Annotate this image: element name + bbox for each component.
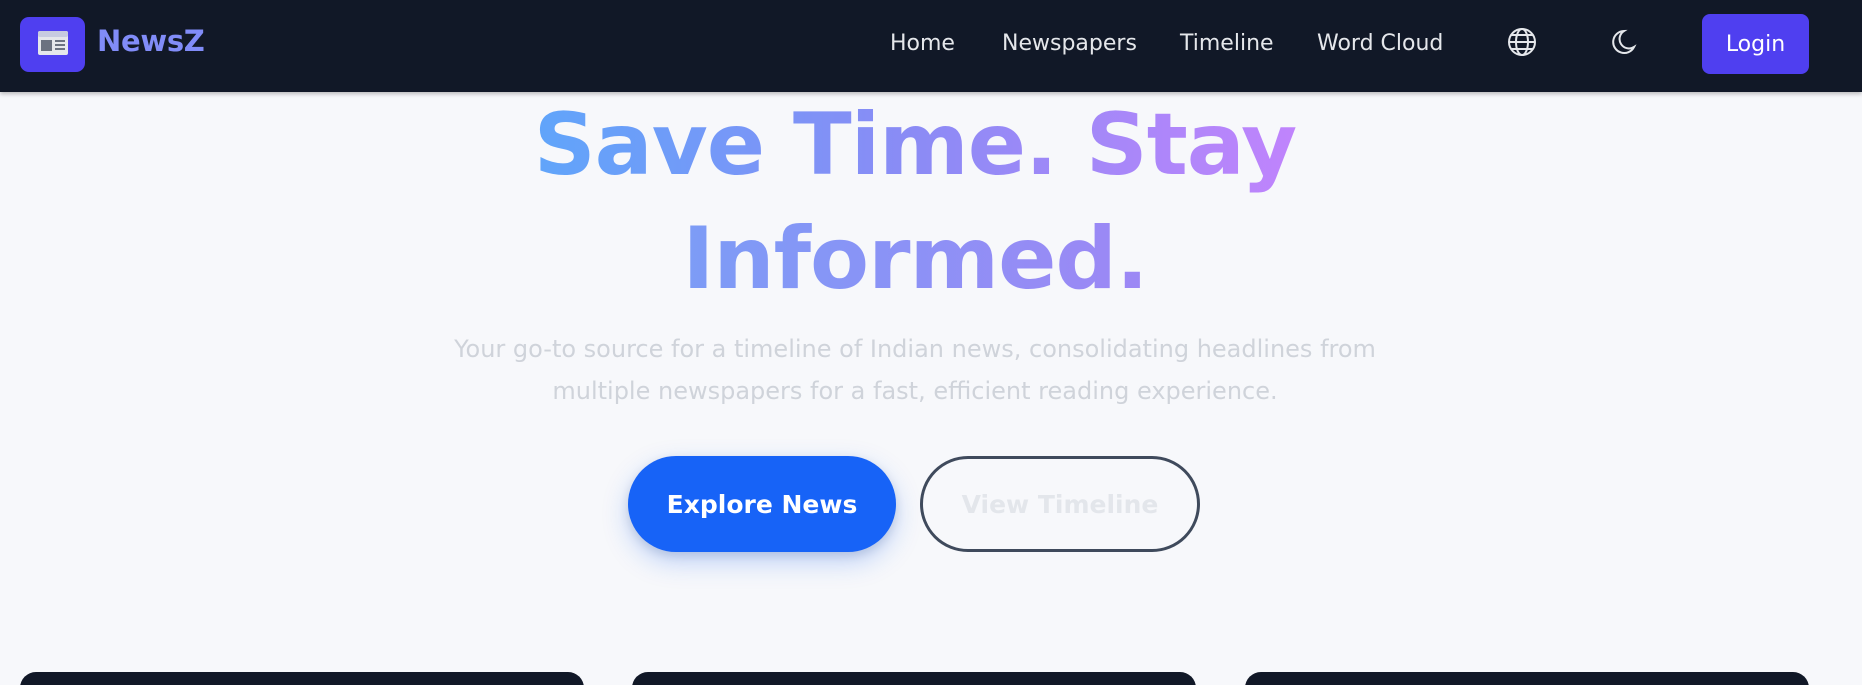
hero-title-part1: Save Time.	[533, 95, 1057, 195]
navbar: NewsZ Home Newspapers Timeline Word Clou…	[0, 0, 1862, 92]
hero-title-line1: Save Time. Stay	[534, 95, 1297, 195]
theme-toggle-button[interactable]	[1610, 27, 1644, 61]
hero-title-part2: Stay	[1085, 95, 1297, 195]
hero-subtitle-line1: Your go-to source for a timeline of Indi…	[454, 335, 1376, 363]
nav-link-timeline[interactable]: Timeline	[1180, 31, 1274, 56]
feature-card-3	[1245, 672, 1809, 685]
explore-news-button[interactable]: Explore News	[628, 456, 896, 552]
brand-name[interactable]: NewsZ	[97, 24, 205, 58]
nav-link-newspapers[interactable]: Newspapers	[1002, 31, 1137, 56]
moon-icon	[1612, 27, 1642, 61]
hero-title-line2: Informed.	[682, 209, 1148, 309]
newspaper-icon	[37, 30, 69, 60]
brand-logo[interactable]	[20, 17, 85, 72]
globe-icon	[1507, 27, 1537, 61]
view-timeline-button[interactable]: View Timeline	[920, 456, 1200, 552]
nav-link-word-cloud[interactable]: Word Cloud	[1317, 31, 1443, 56]
hero-subtitle: Your go-to source for a timeline of Indi…	[435, 328, 1395, 412]
hero-subtitle-line2: multiple newspapers for a fast, efficien…	[552, 377, 1278, 405]
feature-card-1	[20, 672, 584, 685]
login-button[interactable]: Login	[1702, 14, 1809, 74]
hero-title: Save Time. Stay Informed.	[0, 88, 1830, 316]
feature-card-2	[632, 672, 1196, 685]
nav-link-home[interactable]: Home	[890, 31, 955, 56]
language-button[interactable]	[1505, 27, 1539, 61]
